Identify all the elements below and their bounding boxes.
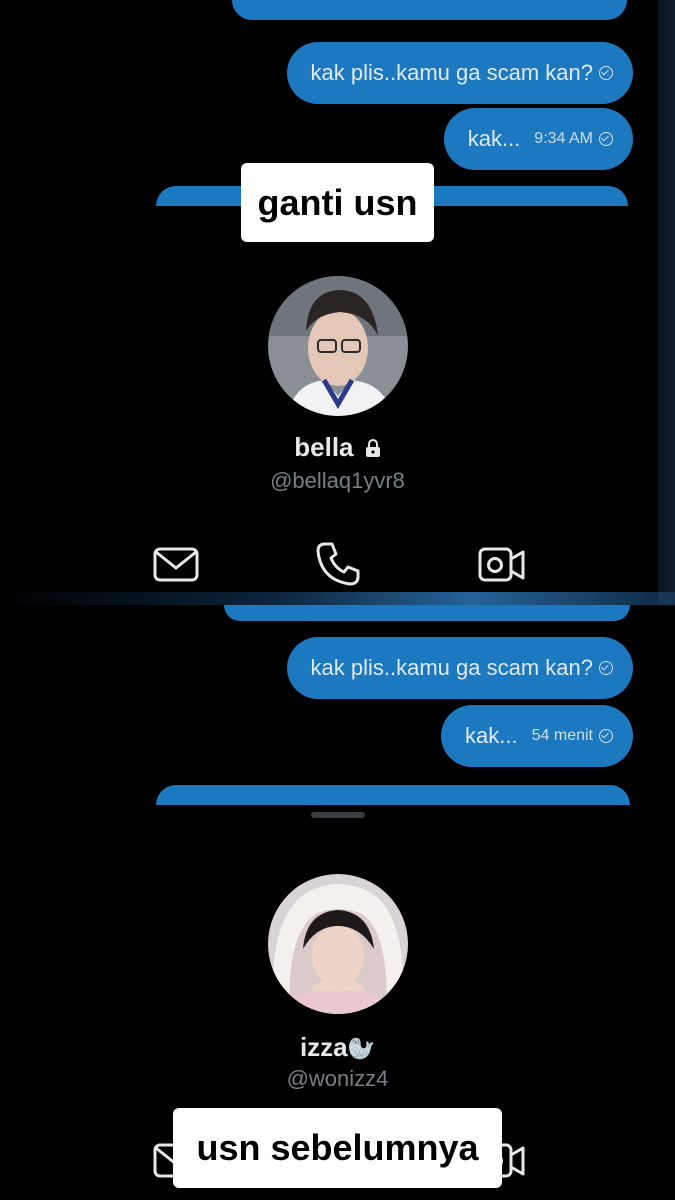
video-call-icon[interactable] xyxy=(477,540,527,590)
lock-icon xyxy=(365,439,380,457)
message-text: kak plis..kamu ga scam kan? xyxy=(310,655,593,680)
message-icon[interactable] xyxy=(151,540,201,590)
message-time: 9:34 AM xyxy=(534,130,593,147)
avatar-photo xyxy=(268,276,408,416)
message-bubble[interactable]: kak plis..kamu ga scam kan? xyxy=(286,637,633,699)
display-name-text: bella xyxy=(294,432,354,462)
message-text: kak... xyxy=(465,723,518,748)
message-bubble-partial xyxy=(156,785,630,805)
panel-edge xyxy=(658,0,675,605)
message-bubble-partial xyxy=(232,0,627,20)
top-screenshot-panel: kak plis..kamu ga scam kan? kak... 9:34 … xyxy=(0,0,675,605)
display-name-text: izza xyxy=(299,1032,348,1062)
profile-display-name: izza🦭 xyxy=(0,1032,675,1063)
profile-avatar[interactable] xyxy=(268,276,408,416)
sheet-drag-handle[interactable] xyxy=(311,812,365,818)
seal-emoji: 🦭 xyxy=(347,1036,376,1061)
phone-icon[interactable] xyxy=(313,538,363,588)
caption-ganti-usn: ganti usn xyxy=(241,163,434,242)
avatar-photo xyxy=(268,874,408,1014)
panel-divider xyxy=(0,592,675,606)
profile-display-name: bella xyxy=(0,432,675,463)
message-text: kak plis..kamu ga scam kan? xyxy=(310,60,593,85)
sent-check-icon xyxy=(599,66,613,80)
profile-avatar[interactable] xyxy=(268,874,408,1014)
sent-check-icon xyxy=(599,729,613,743)
sent-check-icon xyxy=(599,132,613,146)
message-bubble[interactable]: kak plis..kamu ga scam kan? xyxy=(286,42,633,104)
caption-usn-sebelumnya: usn sebelumnya xyxy=(173,1108,502,1188)
message-bubble[interactable]: kak... 9:34 AM xyxy=(443,108,633,170)
profile-handle: @wonizz4 xyxy=(286,1066,389,1091)
message-text: kak... xyxy=(467,126,521,151)
profile-handle: @bellaq1yvr8 xyxy=(270,468,405,493)
message-time: 54 menit xyxy=(531,727,593,744)
sent-check-icon xyxy=(599,661,613,675)
message-bubble-partial xyxy=(224,605,630,621)
message-bubble[interactable]: kak... 54 menit xyxy=(441,705,633,767)
